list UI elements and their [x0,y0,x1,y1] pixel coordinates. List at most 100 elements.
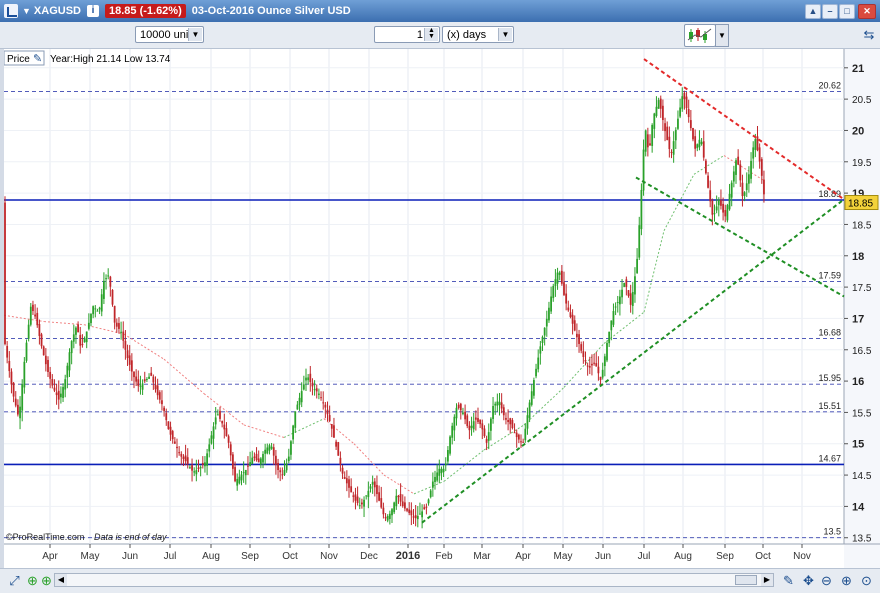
candle-body [255,453,258,461]
candle-body [595,363,598,367]
candle-body [262,453,264,463]
scroll-thumb[interactable] [735,575,757,585]
candle-body [586,365,589,367]
minimize-icon[interactable]: – [822,4,838,19]
chevron-down-icon[interactable]: ▼ [498,28,512,41]
candle-body [264,449,267,454]
chevron-down-icon[interactable]: ▼ [22,6,31,16]
scroll-left-icon[interactable]: ◀ [55,574,67,586]
x-tick-label: Jun [122,551,138,562]
candle-body [700,141,703,145]
candle-body [12,382,15,397]
chart-window-icon[interactable] [4,4,18,18]
candle-body [270,446,273,449]
chevron-down-icon[interactable]: ▼ [188,28,202,41]
indicator-settings-icon[interactable]: ⊕ [38,572,55,589]
close-icon[interactable]: ✕ [858,4,876,19]
candle-body [386,516,389,521]
drawing-tool-icon[interactable]: ✎ [780,572,797,589]
candle-body [191,465,193,471]
candle-body [313,389,316,391]
zoom-out-icon[interactable]: ⊖ [818,572,835,589]
candle-body [130,360,133,372]
candle-body [208,444,211,452]
scroll-up-icon[interactable]: ▲ [805,4,821,19]
x-tick-label: Nov [320,551,338,562]
candle-body [182,456,185,459]
info-icon[interactable]: i [86,5,99,17]
period-stepper[interactable]: 1 ▲ ▼ [374,26,440,43]
chart-type-dropdown[interactable]: ▼ [715,24,729,47]
candle-body [737,156,740,165]
scroll-right-icon[interactable]: ▶ [761,574,773,586]
candle-body [657,100,660,109]
units-select[interactable]: 10000 units ▼ [135,26,204,43]
candle-body [176,446,178,449]
pan-icon[interactable]: ✥ [800,572,817,589]
candle-body [698,139,701,148]
candle-body [378,492,380,501]
candle-body [552,286,555,299]
x-tick-label: Oct [755,551,771,562]
candle-body [214,417,217,425]
period-value: 1 [416,29,423,41]
zoom-in-icon[interactable]: ⊕ [838,572,855,589]
stepper-arrows-icon[interactable]: ▲ ▼ [424,27,438,41]
candle-body [522,441,525,443]
side-panel-toggle-icon[interactable]: ⇆ [862,25,876,45]
candle-body [616,302,619,304]
candle-body [644,130,647,152]
period-unit-select[interactable]: (x) days ▼ [442,26,514,43]
chart-type-button[interactable] [684,24,716,47]
price-chart-svg[interactable]: Apr May Jun Jul Aug Sep Oct Nov Dec 2016 Feb Mar Apr… [3,49,880,569]
candle-body [384,517,387,519]
candle-body [184,455,187,462]
candle-body [466,415,469,427]
x-tick-label: Aug [202,551,220,562]
candle-body [674,129,677,141]
candle-body [358,505,361,507]
candle-body [410,510,413,516]
y-tick-label: 16.5 [852,346,872,357]
candle-body [741,182,744,197]
candle-body [309,373,312,382]
candle-body [401,501,404,507]
candle-body [111,289,114,305]
candle-body [528,402,531,418]
candle-body [189,467,191,469]
candle-body [591,363,593,366]
last-price-label: 18.85 [848,199,873,210]
candle-body [425,506,428,508]
candle-body [333,425,335,438]
candle-body [55,392,58,396]
candle-body [625,279,628,287]
candle-body [10,371,13,385]
candle-body [156,385,159,396]
x-tick-label: Dec [360,551,378,562]
symbol-name[interactable]: XAGUSD [34,5,81,17]
candle-body [560,270,563,284]
candle-body [47,359,49,373]
candle-body [677,118,679,129]
candle-body [169,426,172,435]
y-tick-label: 16 [852,376,864,388]
price-chart[interactable]: Apr May Jun Jul Aug Sep Oct Nov Dec 2016 Feb Mar Apr… [3,49,880,569]
y-tick-label: 13.5 [852,534,872,545]
chart-zoom-fit-icon[interactable]: ⤢ [6,572,23,589]
candle-body [442,468,445,473]
zoom-reset-icon[interactable]: ⊙ [858,572,875,589]
maximize-icon[interactable]: □ [839,4,855,19]
candle-body [21,384,24,411]
time-scrollbar[interactable]: ◀ ▶ [54,573,774,587]
candle-body [713,213,716,215]
candle-body [281,474,284,476]
candle-body [212,426,215,439]
candle-body [277,462,279,471]
candle-body [496,401,499,406]
x-tick-label: Mar [473,551,491,562]
candle-body [636,258,638,273]
wrench-icon[interactable]: ✎ [33,52,42,65]
candle-body [472,421,475,430]
y-tick-label: 14 [852,501,865,513]
candle-body [642,149,645,191]
